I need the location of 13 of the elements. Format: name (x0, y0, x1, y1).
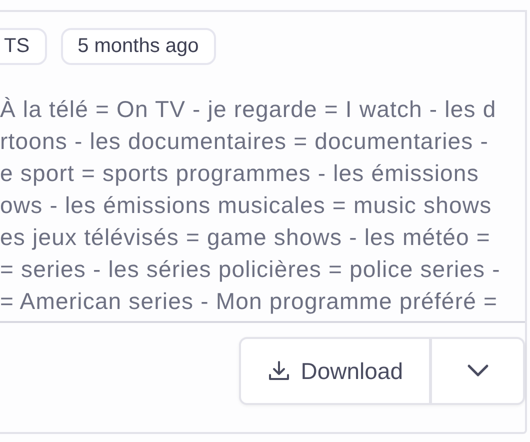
text-line: ows - les émissions musicales = music shows (0, 191, 492, 220)
download-icon (266, 359, 291, 383)
dropdown-button[interactable] (432, 339, 523, 403)
text-line: = American series - Mon programme préféré = (0, 287, 498, 316)
text-line: = series - les séries policières = police series - (0, 255, 500, 284)
text-line: e sport = sports programmes - les émissions (0, 159, 479, 188)
tag: 5 months ago (60, 28, 216, 65)
tag: TS (0, 28, 47, 65)
text-line: rtoons - les documentaires = documentaries - (0, 127, 489, 156)
download-button[interactable]: Download (240, 339, 432, 403)
text-line: À la télé = On TV - je regarde = I watch - les d (0, 95, 496, 124)
text-line: es jeux télévisés = game shows - les météo = (0, 223, 490, 252)
chevron-icon (466, 364, 488, 378)
